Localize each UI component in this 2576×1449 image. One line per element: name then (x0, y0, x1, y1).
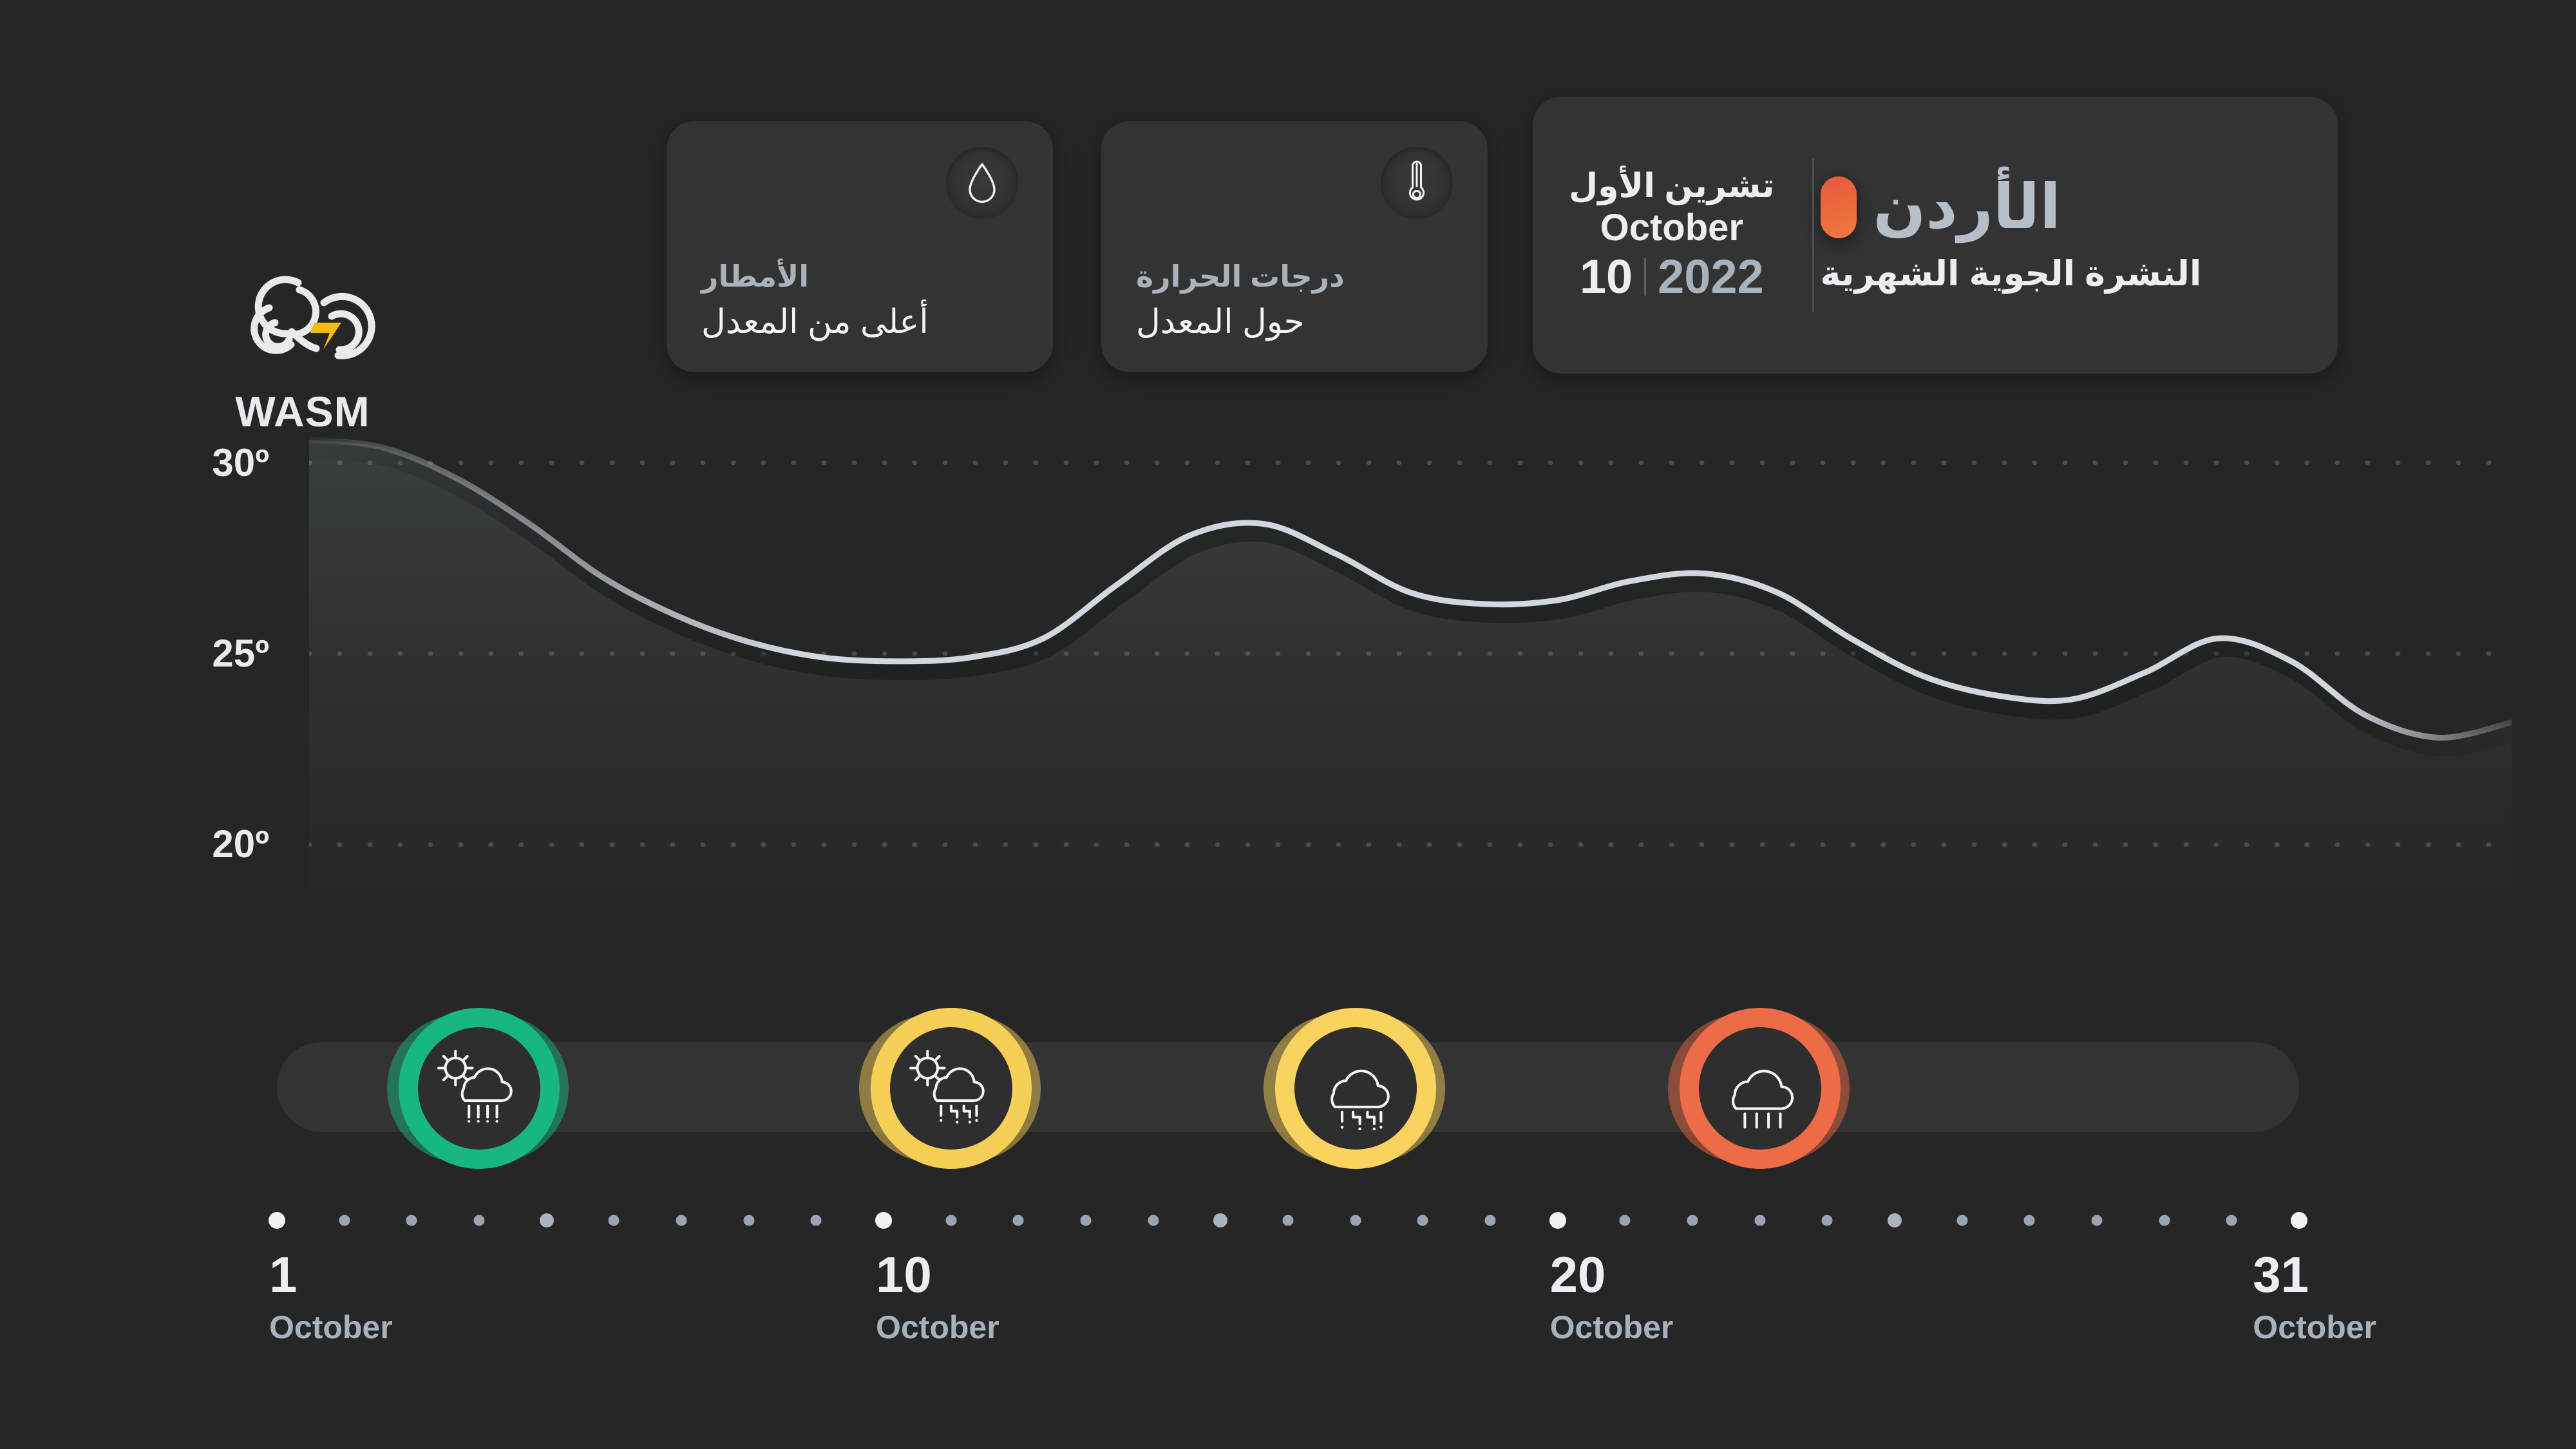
date-label: 1 October (269, 1249, 393, 1343)
day-dot[interactable] (1148, 1215, 1159, 1226)
date-label-month: October (1549, 1309, 1674, 1345)
day-dot[interactable] (676, 1215, 687, 1226)
metric-card-rainfall: الأمطار أعلى من المعدل (667, 121, 1053, 372)
metric-value: حول المعدل (1136, 303, 1305, 341)
day-year-row: 10 2022 (1580, 253, 1764, 301)
cloud-sleet-icon (1275, 1008, 1436, 1169)
day-dot[interactable] (1417, 1215, 1428, 1226)
day-dot[interactable] (473, 1215, 485, 1226)
date-label-month: October (876, 1309, 999, 1345)
sun-cloud-sleet-icon (871, 1008, 1032, 1169)
chart-area-fill (309, 440, 2512, 921)
day-dot[interactable] (1213, 1213, 1228, 1227)
top-bar: الأردن النشرة الجوية الشهرية تشرين الأول… (0, 97, 2576, 433)
weather-bulletin-canvas: الأردن النشرة الجوية الشهرية تشرين الأول… (0, 0, 2576, 1449)
day-dot[interactable] (269, 1212, 285, 1229)
day-dot[interactable] (1012, 1215, 1024, 1226)
metric-label: درجات الحرارة (1136, 260, 1345, 293)
date-label: 10 October (876, 1249, 999, 1343)
y-axis-tick: 25º (212, 632, 269, 675)
header-divider (1812, 158, 1814, 312)
metric-label: الأمطار (701, 260, 810, 293)
day-dot[interactable] (339, 1215, 350, 1226)
date-label-month: October (269, 1309, 393, 1345)
date-label-day: 1 (269, 1246, 298, 1303)
day-dot[interactable] (2226, 1215, 2237, 1226)
bulletin-subtitle: النشرة الجوية الشهرية (1820, 254, 2202, 294)
day-dot[interactable] (945, 1215, 957, 1226)
day-number: 10 (1579, 250, 1633, 303)
thermometer-icon (1381, 147, 1453, 219)
month-arabic: تشرين الأول (1569, 167, 1775, 205)
day-dot[interactable] (743, 1215, 755, 1226)
y-axis-tick: 20º (212, 822, 269, 866)
day-dot[interactable] (2091, 1215, 2103, 1226)
date-label: 20 October (1550, 1249, 1674, 1343)
sun-cloud-rain-icon (399, 1008, 560, 1169)
cloud-swirl-lightning-logo-icon (251, 276, 375, 359)
timeline-weather-marker[interactable] (387, 1008, 569, 1169)
timeline-weather-marker[interactable] (1263, 1008, 1445, 1169)
year-number: 2022 (1658, 250, 1764, 303)
bulletin-date-column: تشرين الأول October 10 2022 (1569, 169, 1810, 301)
timeline-weather-marker[interactable] (1667, 1008, 1850, 1169)
date-label-day: 10 (876, 1246, 932, 1303)
day-dot[interactable] (810, 1215, 822, 1226)
day-dot[interactable] (539, 1213, 554, 1227)
date-label-day: 31 (2253, 1246, 2309, 1303)
day-year-separator (1644, 258, 1647, 296)
day-dot[interactable] (406, 1215, 417, 1226)
timeline-weather-marker[interactable] (858, 1008, 1041, 1169)
day-dot[interactable] (875, 1212, 892, 1229)
day-dot[interactable] (1549, 1212, 1566, 1229)
day-dot[interactable] (1956, 1215, 1968, 1226)
day-dot[interactable] (1754, 1215, 1766, 1226)
day-dot[interactable] (1619, 1215, 1631, 1226)
day-dot[interactable] (1484, 1215, 1496, 1226)
country-name: الأردن (1873, 173, 2061, 242)
date-label: 31 October (2253, 1249, 2376, 1343)
temperature-chart (309, 386, 2512, 921)
day-dot[interactable] (1282, 1215, 1294, 1226)
water-drop-icon (946, 147, 1018, 219)
day-dot[interactable] (2291, 1212, 2307, 1229)
metric-card-temperature: درجات الحرارة حول المعدل (1101, 121, 1488, 372)
metric-temperature-texts: درجات الحرارة حول المعدل (1136, 261, 1345, 339)
date-label-day: 20 (1549, 1246, 1606, 1303)
country-row: الأردن (1820, 173, 2061, 242)
day-dot[interactable] (1687, 1215, 1698, 1226)
day-dot[interactable] (2023, 1215, 2035, 1226)
bulletin-title-column: الأردن النشرة الجوية الشهرية (1814, 176, 2299, 293)
metric-value: أعلى من المعدل (701, 303, 929, 341)
day-dot[interactable] (608, 1215, 620, 1226)
bulletin-header-card: الأردن النشرة الجوية الشهرية تشرين الأول… (1533, 97, 2338, 374)
month-english: October (1600, 207, 1743, 249)
metric-rainfall-texts: الأمطار أعلى من المعدل (701, 261, 929, 339)
date-label-month: October (2253, 1309, 2376, 1345)
day-dot[interactable] (2159, 1215, 2170, 1226)
jordan-flag-pill-icon (1820, 176, 1857, 239)
day-dot[interactable] (1821, 1215, 1833, 1226)
cloud-rain-icon (1680, 1008, 1841, 1169)
day-dot[interactable] (1888, 1213, 1902, 1227)
day-dot[interactable] (1350, 1215, 1361, 1226)
day-dots-row (269, 1208, 2307, 1233)
chart-y-axis: 30º 25º 20º (0, 386, 283, 921)
day-dot[interactable] (1080, 1215, 1092, 1226)
date-labels-row: 1 October 10 October 20 October 31 Octob… (0, 1249, 2576, 1378)
